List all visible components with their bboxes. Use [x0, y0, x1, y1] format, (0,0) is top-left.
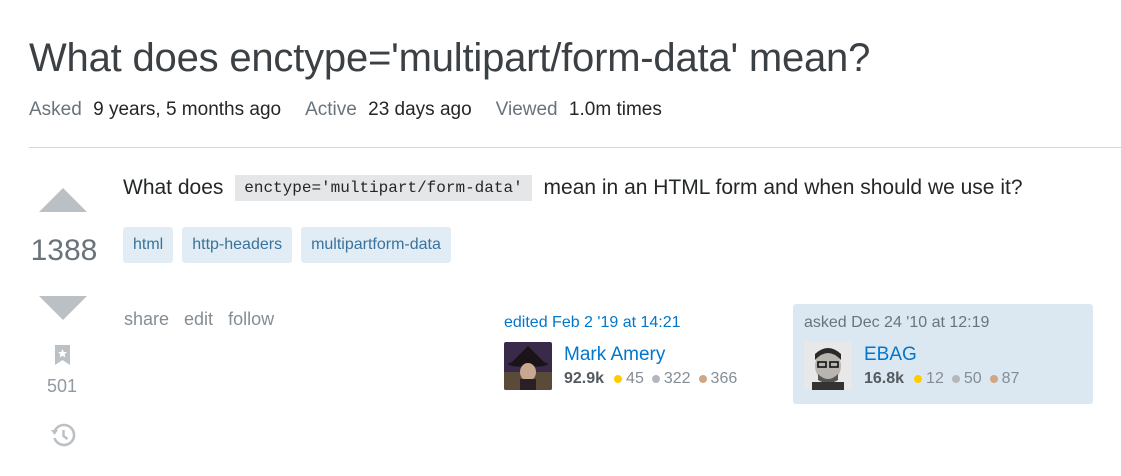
silver-badge-icon [651, 375, 660, 383]
question-title[interactable]: What does enctype='multipart/form-data' … [29, 36, 870, 81]
editor-gold-badges: 45 [614, 370, 644, 388]
body-text-before: What does [123, 176, 224, 199]
gold-badge-icon [614, 375, 623, 383]
viewed-value: 1.0m times [568, 99, 662, 120]
post-menu: share edit follow [124, 309, 289, 330]
upvote-icon[interactable] [39, 188, 87, 212]
edit-link[interactable]: edit [184, 309, 213, 330]
asker-reputation: 16.8k 12 50 87 [864, 370, 1027, 388]
share-link[interactable]: share [124, 309, 169, 330]
editor-bronze-count: 366 [710, 370, 738, 387]
edited-time[interactable]: edited Feb 2 '19 at 14:21 [504, 314, 681, 332]
asker-avatar[interactable] [804, 342, 852, 390]
question-meta: Asked 9 years, 5 months ago Active 23 da… [29, 99, 686, 121]
asked-meta: Asked 9 years, 5 months ago [29, 99, 281, 121]
asker-silver-badges: 50 [951, 370, 982, 388]
editor-bronze-badges: 366 [698, 370, 738, 388]
body-text-after: mean in an HTML form and when should we … [543, 176, 1023, 199]
editor-rep-score: 92.9k [564, 370, 605, 387]
asker-silver-count: 50 [963, 370, 982, 387]
asker-gold-count: 12 [926, 370, 944, 387]
asker-bronze-count: 87 [1001, 370, 1020, 387]
asked-value: 9 years, 5 months ago [93, 99, 282, 120]
silver-badge-icon [951, 375, 960, 383]
asker-gold-badges: 12 [914, 370, 944, 388]
asker-bronze-badges: 87 [989, 370, 1020, 388]
asked-time: asked Dec 24 '10 at 12:19 [804, 314, 990, 331]
tag-http-headers[interactable]: http-headers [182, 227, 293, 263]
viewed-meta: Viewed 1.0m times [496, 99, 662, 121]
viewed-label: Viewed [495, 99, 558, 120]
bronze-badge-icon [989, 375, 998, 383]
inline-code: enctype='multipart/form-data' [235, 175, 532, 201]
editor-signature: edited Feb 2 '19 at 14:21 Mark Amery 92.… [504, 304, 774, 404]
history-icon[interactable] [50, 422, 76, 448]
downvote-icon[interactable] [39, 296, 87, 320]
bookmark-icon[interactable] [54, 344, 71, 366]
bronze-badge-icon [698, 375, 707, 383]
tag-multipartform-data[interactable]: multipartform-data [301, 227, 451, 263]
editor-gold-count: 45 [626, 370, 644, 387]
question-body: What does enctype='multipart/form-data' … [123, 175, 1023, 201]
asker-name[interactable]: EBAG [864, 344, 917, 366]
header-divider [29, 147, 1121, 148]
tag-list: html http-headers multipartform-data [123, 227, 460, 263]
asked-label: Asked [29, 99, 82, 120]
follow-link[interactable]: follow [228, 309, 274, 330]
active-value[interactable]: 23 days ago [368, 99, 472, 120]
active-meta: Active 23 days ago [305, 99, 472, 121]
bookmark-count: 501 [46, 376, 78, 396]
editor-silver-count: 322 [663, 370, 691, 387]
editor-reputation: 92.9k 45 322 366 [564, 370, 745, 388]
editor-name[interactable]: Mark Amery [564, 344, 665, 366]
editor-silver-badges: 322 [651, 370, 691, 388]
editor-avatar[interactable] [504, 342, 552, 390]
vote-count: 1388 [30, 234, 98, 267]
asker-rep-score: 16.8k [864, 370, 905, 387]
gold-badge-icon [914, 375, 923, 383]
tag-html[interactable]: html [123, 227, 174, 263]
active-label: Active [305, 99, 357, 120]
asker-signature: asked Dec 24 '10 at 12:19 EBAG 16.8k 12 … [793, 304, 1093, 404]
